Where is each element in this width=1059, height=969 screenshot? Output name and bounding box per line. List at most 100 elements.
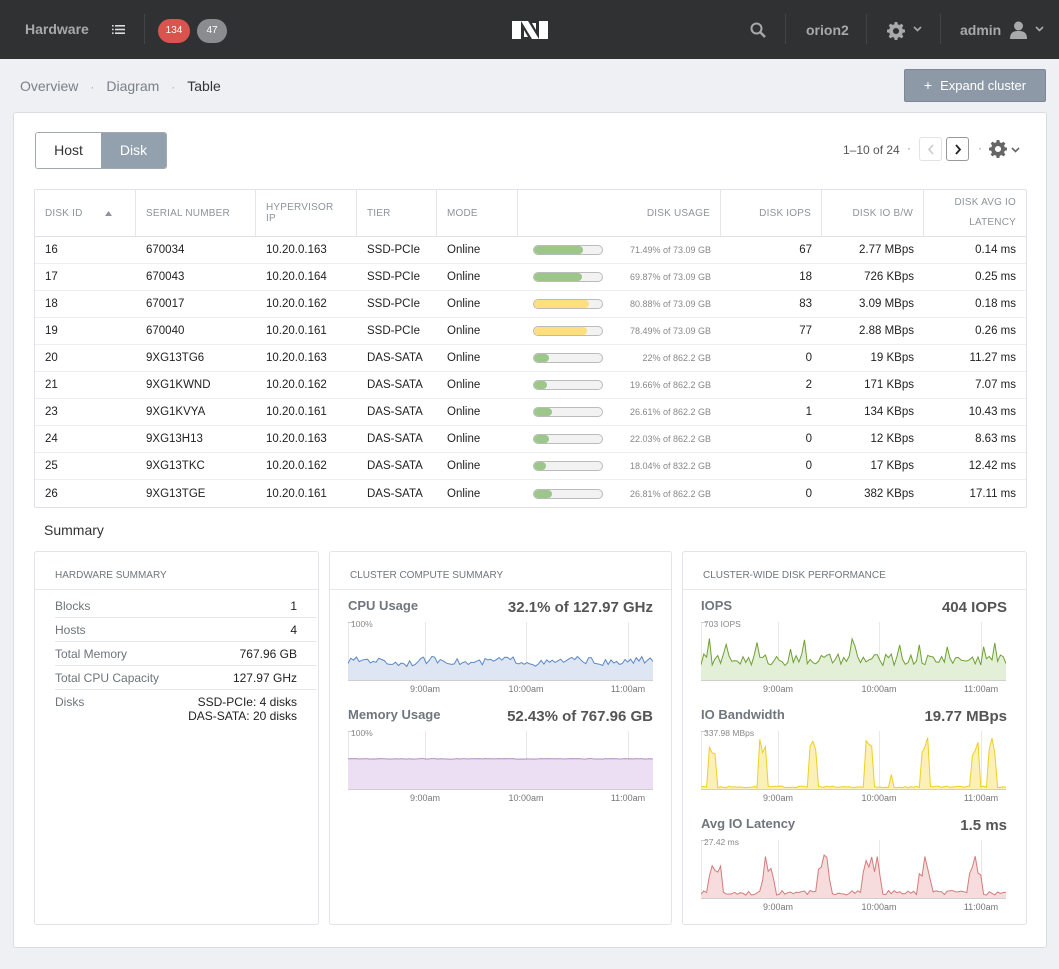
- cluster-disk-performance-card: CLUSTER-WIDE DISK PERFORMANCE IOPS 404 I…: [682, 551, 1027, 925]
- io-bandwidth-sparkline[interactable]: 9:00am 10:00am 11:00am: [701, 727, 1006, 815]
- series-area: [348, 656, 653, 680]
- separator-dot: ·: [978, 141, 982, 155]
- table-row[interactable]: 18 670017 10.20.0.162 SSD-PCIe Online 80.88% …: [35, 291, 1026, 318]
- memory-usage-sparkline[interactable]: 9:00am 10:00am 11:00am: [348, 727, 653, 815]
- avg-io-latency-sparkline[interactable]: 9:00am 10:00am 11:00am: [701, 836, 1006, 924]
- nutanix-logo[interactable]: [512, 19, 548, 41]
- cluster-name[interactable]: orion2: [806, 22, 849, 38]
- time-tick-label: 9:00am: [763, 902, 793, 912]
- table-row[interactable]: 25 9XG13TKC 10.20.0.162 DAS-SATA Online 18.04…: [35, 453, 1026, 480]
- tab-overview[interactable]: Overview: [20, 78, 78, 94]
- table-header: DISK ID SERIAL NUMBER HYPERVISOR IP TIER…: [35, 190, 1026, 237]
- tier-cell: DAS-SATA: [367, 406, 423, 418]
- summary-key: Total CPU Capacity: [55, 671, 160, 685]
- series-line: [701, 737, 1006, 789]
- chevron-down-icon[interactable]: [913, 26, 922, 32]
- hypervisor-ip-cell: 10.20.0.161: [266, 487, 327, 500]
- user-name[interactable]: admin: [960, 22, 1001, 38]
- disk-latency-cell: 0.25 ms: [975, 271, 1016, 283]
- time-tick-label: 9:00am: [763, 684, 793, 694]
- summary-row: Total CPU Capacity 127.97 GHz: [55, 666, 317, 690]
- column-header-disk-avg-io-latency[interactable]: DISK AVG IO LATENCY: [924, 190, 1026, 236]
- usage-bar: [533, 299, 603, 309]
- chevron-down-icon[interactable]: [1011, 147, 1020, 153]
- iops-metric: IOPS 404 IOPS 9:00am 10:00am 11:00am 703 I…: [701, 598, 1007, 708]
- disk-view-button[interactable]: Disk: [101, 133, 166, 168]
- usage-bar: [533, 326, 603, 336]
- column-header-disk-id[interactable]: DISK ID: [35, 190, 136, 236]
- column-header-serial-number[interactable]: SERIAL NUMBER: [136, 190, 256, 236]
- summary-row: Disks SSD-PCIe: 4 disks DAS-SATA: 20 disk…: [55, 690, 317, 727]
- disk-io-bw-cell: 19 KBps: [870, 352, 914, 364]
- settings-gear-icon[interactable]: [887, 22, 905, 40]
- disk-iops-cell: 83: [799, 298, 812, 310]
- column-header-mode[interactable]: MODE: [437, 190, 518, 236]
- tab-table[interactable]: Table: [187, 78, 220, 94]
- expand-cluster-button[interactable]: + Expand cluster: [904, 69, 1046, 102]
- hypervisor-ip-cell: 10.20.0.162: [266, 379, 327, 391]
- column-header-disk-iops[interactable]: DISK IOPS: [721, 190, 822, 236]
- table-row[interactable]: 20 9XG13TG6 10.20.0.163 DAS-SATA Online 22% o…: [35, 345, 1026, 372]
- sort-ascending-icon: [104, 210, 112, 216]
- list-menu-icon[interactable]: [112, 24, 125, 35]
- alerts-badge[interactable]: 134: [158, 19, 190, 43]
- disk-latency-cell: 0.14 ms: [975, 244, 1016, 256]
- previous-page-button[interactable]: [919, 137, 942, 161]
- mode-cell: Online: [447, 406, 481, 418]
- table-row[interactable]: 16 670034 10.20.0.163 SSD-PCIe Online 71.49% …: [35, 237, 1026, 264]
- divider: [940, 14, 941, 44]
- iops-sparkline[interactable]: 9:00am 10:00am 11:00am: [701, 618, 1006, 706]
- io-bandwidth-metric: IO Bandwidth 19.77 MBps 9:00am 10:00am 11:…: [701, 707, 1007, 817]
- mode-cell: Online: [447, 379, 481, 391]
- host-view-button[interactable]: Host: [36, 133, 101, 168]
- summary-key: Hosts: [55, 623, 86, 637]
- pagination-range: 1–10 of 24: [843, 143, 900, 157]
- cpu-usage-sparkline[interactable]: 9:00am 10:00am 11:00am: [348, 618, 653, 706]
- time-tick-label: 10:00am: [861, 684, 896, 694]
- usage-text: 22.03% of 862.2 GB: [629, 434, 711, 444]
- disk-id-cell: 16: [45, 244, 58, 256]
- mode-cell: Online: [447, 433, 481, 445]
- table-row[interactable]: 23 9XG1KVYA 10.20.0.161 DAS-SATA Online 26.61…: [35, 399, 1026, 426]
- usage-bar-fill: [534, 381, 548, 389]
- column-header-disk-usage[interactable]: DISK USAGE: [518, 190, 721, 236]
- table-row[interactable]: 17 670043 10.20.0.164 SSD-PCIe Online 69.87% …: [35, 264, 1026, 291]
- summary-row: Total Memory 767.96 GB: [55, 642, 317, 666]
- disk-iops-cell: 0: [805, 352, 812, 364]
- page-title[interactable]: Hardware: [25, 21, 89, 37]
- disk-usage-cell: 22% of 862.2 GB: [518, 353, 721, 363]
- column-header-tier[interactable]: TIER: [357, 190, 437, 236]
- table-settings-gear-icon[interactable]: [989, 140, 1007, 158]
- next-page-button[interactable]: [946, 137, 969, 161]
- table-row[interactable]: 19 670040 10.20.0.161 SSD-PCIe Online 78.49% …: [35, 318, 1026, 345]
- column-header-disk-io-bw[interactable]: DISK IO B/W: [822, 190, 924, 236]
- disk-usage-cell: 26.61% of 862.2 GB: [518, 407, 721, 417]
- user-icon[interactable]: [1010, 21, 1027, 39]
- disk-iops-cell: 18: [799, 271, 812, 283]
- column-header-hypervisor-ip[interactable]: HYPERVISOR IP: [256, 190, 357, 236]
- plus-icon: +: [923, 77, 933, 93]
- time-tick-label: 11:00am: [611, 684, 645, 694]
- summary-value: 767.96 GB: [239, 647, 297, 661]
- metric-label: Memory Usage: [348, 707, 441, 722]
- usage-bar: [533, 272, 603, 282]
- view-toggle: Host Disk: [35, 132, 167, 169]
- chart-max-label: 100%: [351, 728, 373, 738]
- events-badge[interactable]: 47: [197, 19, 227, 43]
- metric-value: 32.1% of 127.97 GHz: [507, 599, 653, 616]
- disk-iops-cell: 0: [805, 460, 812, 472]
- summary-key: Total Memory: [55, 647, 128, 661]
- table-row[interactable]: 21 9XG1KWND 10.20.0.162 DAS-SATA Online 19.66…: [35, 372, 1026, 399]
- table-row[interactable]: 24 9XG13H13 10.20.0.163 DAS-SATA Online 22.03…: [35, 426, 1026, 453]
- disk-iops-cell: 0: [805, 487, 812, 500]
- table-row[interactable]: 26 9XG13TGE 10.20.0.161 DAS-SATA Online 26.81…: [35, 480, 1026, 507]
- chevron-down-icon[interactable]: [1035, 26, 1044, 32]
- tab-diagram[interactable]: Diagram: [106, 78, 159, 94]
- summary-row: Blocks 1: [55, 594, 317, 618]
- time-tick-label: 9:00am: [410, 793, 440, 803]
- usage-bar-fill: [534, 246, 583, 254]
- disk-usage-cell: 18.04% of 832.2 GB: [518, 461, 721, 471]
- time-tick-label: 11:00am: [964, 902, 998, 912]
- search-icon[interactable]: [750, 22, 766, 38]
- summary-key: Blocks: [55, 599, 91, 613]
